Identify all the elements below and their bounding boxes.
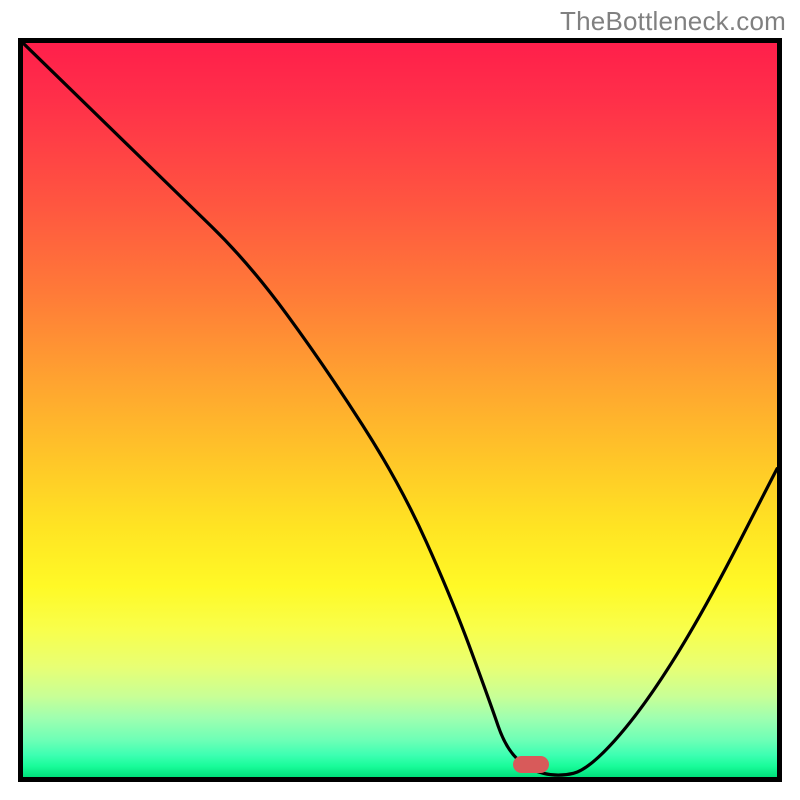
plot-frame	[18, 38, 782, 782]
optimal-marker	[513, 756, 549, 773]
chart-container: TheBottleneck.com	[0, 0, 800, 800]
curve-path	[23, 43, 777, 775]
watermark-text: TheBottleneck.com	[560, 6, 786, 37]
bottleneck-curve	[23, 43, 777, 777]
